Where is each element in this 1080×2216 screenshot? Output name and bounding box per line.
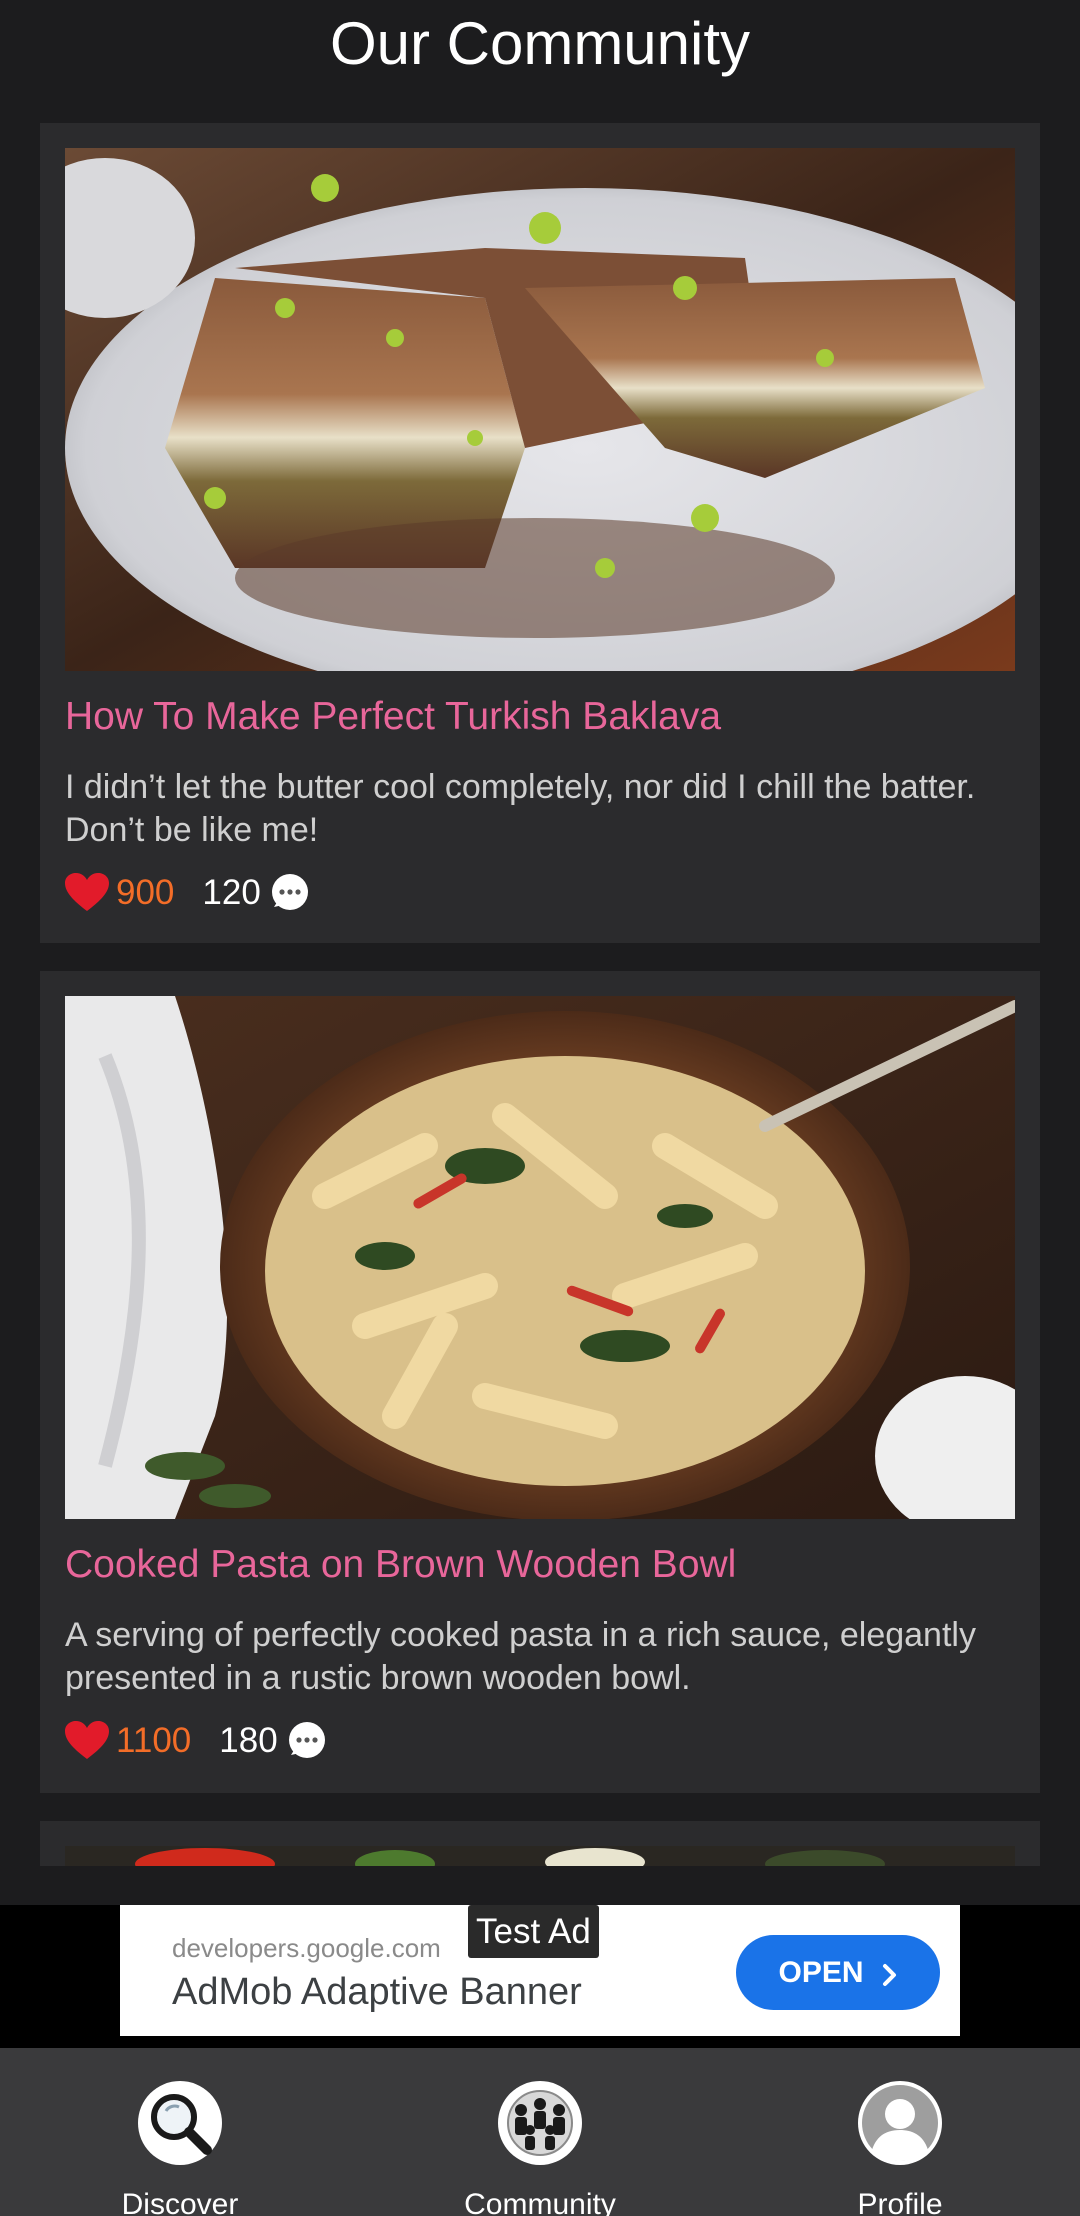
nav-item-community[interactable]: Community [360,2048,720,2216]
ad-domain: developers.google.com [172,1933,441,1963]
comment-bubble-icon[interactable] [269,873,309,913]
post-stats: 900 120 [65,871,309,915]
community-screen: Our Community How To Make Perfect Turkis… [0,0,1080,2216]
nav-label-discover: Discover [121,2188,239,2216]
post-title[interactable]: How To Make Perfect Turkish Baklava [65,695,1015,739]
comment-bubble-icon[interactable] [286,1721,326,1761]
post-image-baklava[interactable] [65,148,1015,671]
post-card[interactable]: Cooked Pasta on Brown Wooden Bowl A serv… [40,971,1040,1793]
heart-icon[interactable] [65,873,109,913]
ad-open-label: OPEN [778,1955,864,1989]
user-avatar-icon [857,2080,943,2166]
post-card[interactable]: How To Make Perfect Turkish Baklava I di… [40,123,1040,943]
post-card[interactable] [40,1821,1040,1866]
post-image-partial[interactable] [65,1846,1015,1866]
post-stats: 1100 180 [65,1719,326,1763]
heart-icon[interactable] [65,1721,109,1761]
ad-strip: developers.google.com AdMob Adaptive Ban… [0,1905,1080,2048]
chevron-right-icon [882,1961,898,1986]
likes-count: 1100 [116,1721,192,1760]
people-globe-icon [497,2080,583,2166]
post-description: I didn’t let the butter cool completely,… [65,768,976,849]
comments-count: 180 [219,1721,278,1760]
ad-banner[interactable]: developers.google.com AdMob Adaptive Ban… [120,1905,960,2036]
post-description: A serving of perfectly cooked pasta in a… [65,1616,976,1697]
page-title: Our Community [329,10,751,77]
post-title[interactable]: Cooked Pasta on Brown Wooden Bowl [65,1543,1015,1587]
nav-label-community: Community [464,2188,616,2216]
likes-count: 900 [116,873,175,912]
bottom-navigation: Discover Community Profile [0,2048,1080,2216]
community-feed[interactable]: Our Community How To Make Perfect Turkis… [0,0,1080,1866]
ad-open-button[interactable]: OPEN [736,1935,940,2010]
nav-item-profile[interactable]: Profile [720,2048,1080,2216]
post-image-pasta[interactable] [65,996,1015,1519]
magnifier-icon [137,2080,223,2166]
nav-label-profile: Profile [857,2188,943,2216]
ad-tag: Test Ad [468,1905,599,1958]
comments-count: 120 [202,873,261,912]
nav-item-discover[interactable]: Discover [0,2048,360,2216]
ad-headline: AdMob Adaptive Banner [172,1971,582,2013]
